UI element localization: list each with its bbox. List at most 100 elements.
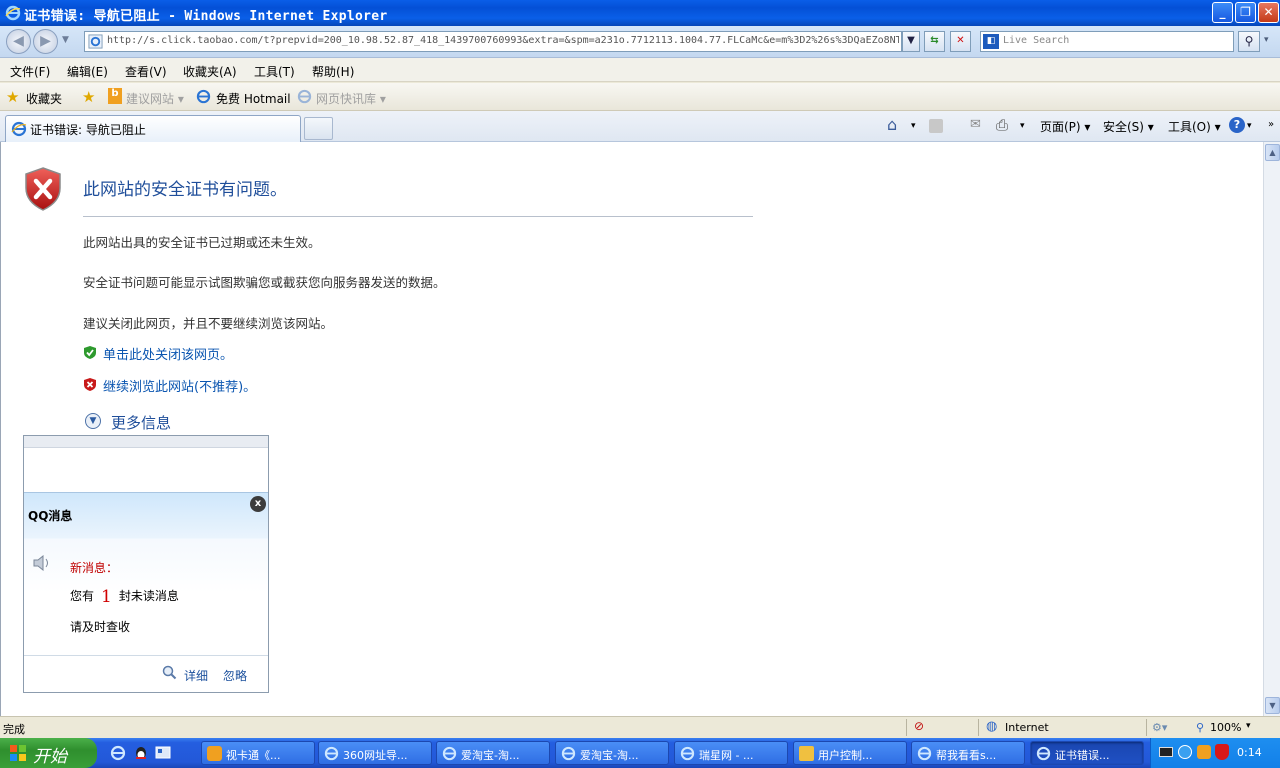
tools-menu-button[interactable]: 工具(O) ▾ [1168,118,1221,135]
taskbar-item[interactable]: 瑞星网 - ... [674,741,788,765]
quicklaunch-qq-icon[interactable] [133,745,149,761]
suggested-sites-button[interactable]: 建议网站 ▾ [126,90,184,107]
safety-menu-button[interactable]: 安全(S) ▾ [1103,118,1154,135]
start-button[interactable]: 开始 [0,738,97,768]
zoom-chevron-icon[interactable]: ▾ [1246,721,1251,731]
title-divider [83,216,753,217]
cert-expired-text: 此网站出具的安全证书已过期或还未生效。 [83,235,321,250]
status-divider [906,719,907,736]
page-icon [88,34,103,49]
tab-cert-error[interactable]: 证书错误: 导航已阻止 [5,115,301,142]
check-prompt: 请及时查收 [70,620,131,634]
page-title: 此网站的安全证书有问题。 [83,180,287,200]
favorites-button[interactable]: 收藏夹 [26,90,62,107]
home-chevron-icon[interactable]: ▾ [911,121,916,131]
ie-tab-icon [11,121,27,137]
zoom-level[interactable]: 100% [1210,721,1241,734]
security-zone: Internet [1005,721,1049,734]
toolbar-overflow-icon[interactable]: » [1268,119,1274,130]
help-icon[interactable]: ? [1229,117,1245,133]
menu-favorites[interactable]: 收藏夹(A) [183,63,237,80]
address-dropdown-button[interactable]: ▼ [902,31,920,52]
new-tab-button[interactable] [304,117,333,140]
maximize-button[interactable]: ❐ [1235,2,1256,23]
start-label: 开始 [33,747,67,767]
zoom-icon[interactable]: ⚲ [1196,721,1204,734]
search-input[interactable]: ◧ Live Search [980,31,1234,52]
hotmail-link[interactable]: 免费 Hotmail [216,90,291,107]
quicklaunch-desktop-icon[interactable] [155,745,171,761]
address-url: http://s.click.taobao.com/t?prepvid=200_… [107,35,899,46]
menu-view[interactable]: 查看(V) [125,63,167,80]
folder-icon [799,746,814,761]
taskbar-item-label: 视卡通《... [226,749,281,762]
recent-pages-chevron-icon[interactable]: ▼ [62,35,69,45]
qq-close-button[interactable]: x [250,496,266,512]
menu-help[interactable]: 帮助(H) [312,63,354,80]
qq-detail-link[interactable]: 详细 [184,667,208,684]
page-menu-button[interactable]: 页面(P) ▾ [1040,118,1090,135]
taskbar-item-active[interactable]: 证书错误... [1030,741,1144,765]
status-text: 完成 [3,723,25,736]
unread-count-line: 您有 1 封未读消息 [70,585,179,607]
green-shield-icon [84,346,96,359]
home-icon[interactable]: ⌂ [887,115,897,134]
ie-logo-icon [5,5,21,21]
feeds-icon[interactable] [929,119,943,133]
speaker-icon [33,555,48,571]
expand-chevron-icon[interactable]: ▼ [85,413,101,429]
add-favorite-icon[interactable]: ★ [82,88,95,106]
error-shield-icon [25,167,61,211]
help-chevron-icon[interactable]: ▾ [1247,121,1252,131]
network-icon[interactable] [1178,745,1192,759]
qq-title: QQ消息 [28,509,73,523]
scroll-down-button[interactable]: ▼ [1265,697,1280,714]
quicklaunch-ie-icon[interactable] [110,745,126,761]
webslice-gallery-button[interactable]: 网页快讯库 ▾ [316,90,386,107]
taskbar-item[interactable]: 用户控制... [793,741,907,765]
qq-message-panel: x QQ消息 新消息： 您有 1 封未读消息 请及时查收 详细 忽略 [24,492,268,692]
menu-file[interactable]: 文件(F) [10,63,50,80]
unread-text: 封未读消息 [118,589,179,603]
qq-ignore-link[interactable]: 忽略 [223,667,247,684]
ie-page-icon [196,89,211,104]
clock: 0:14 [1237,746,1262,759]
popup-blocked-icon[interactable]: ⊘ [914,719,924,733]
stop-button[interactable]: ✕ [950,31,971,52]
taskbar-item[interactable]: 爱淘宝-淘... [436,741,550,765]
ie-icon [442,746,457,761]
taskbar-item[interactable]: 爱淘宝-淘... [555,741,669,765]
search-icon[interactable]: ⚲ [1238,31,1260,52]
taskbar-item[interactable]: 帮我看看s... [911,741,1025,765]
taskbar-item[interactable]: 视卡通《... [201,741,315,765]
keyboard-icon[interactable] [1159,747,1173,757]
menu-edit[interactable]: 编辑(E) [67,63,108,80]
forward-button[interactable]: ▶ [33,29,58,54]
vertical-scrollbar[interactable]: ▲ ▼ [1263,142,1280,716]
address-bar[interactable]: http://s.click.taobao.com/t?prepvid=200_… [84,31,902,52]
more-info-link[interactable]: 更多信息 [111,412,171,433]
antivirus-shield-icon[interactable] [1215,744,1229,760]
close-window-button[interactable]: ✕ [1258,2,1279,23]
tray-app-icon[interactable] [1197,745,1211,759]
tab-label: 证书错误: 导航已阻止 [30,123,146,137]
back-button[interactable]: ◀ [6,29,31,54]
favorites-star-icon: ★ [6,88,20,106]
read-mail-icon[interactable]: ✉ [970,117,981,132]
scroll-up-button[interactable]: ▲ [1265,144,1280,161]
app-icon [207,746,222,761]
print-icon[interactable]: ⎙ [996,116,1008,134]
magnifier-icon [162,665,177,680]
protected-mode-icon[interactable]: ⚙▾ [1152,721,1167,734]
status-divider [978,719,979,736]
new-message-label: 新消息： [70,561,119,575]
search-options-chevron-icon[interactable]: ▾ [1264,35,1269,45]
print-chevron-icon[interactable]: ▾ [1020,121,1025,131]
minimize-button[interactable]: _ [1212,2,1233,23]
refresh-button[interactable]: ⇆ [924,31,945,52]
continue-to-site-link[interactable]: 继续浏览此网站(不推荐)。 [103,376,256,395]
taskbar-item[interactable]: 360网址导... [318,741,432,765]
close-page-link[interactable]: 单击此处关闭该网页。 [103,344,233,363]
ie-icon [680,746,695,761]
menu-tools[interactable]: 工具(T) [254,63,295,80]
